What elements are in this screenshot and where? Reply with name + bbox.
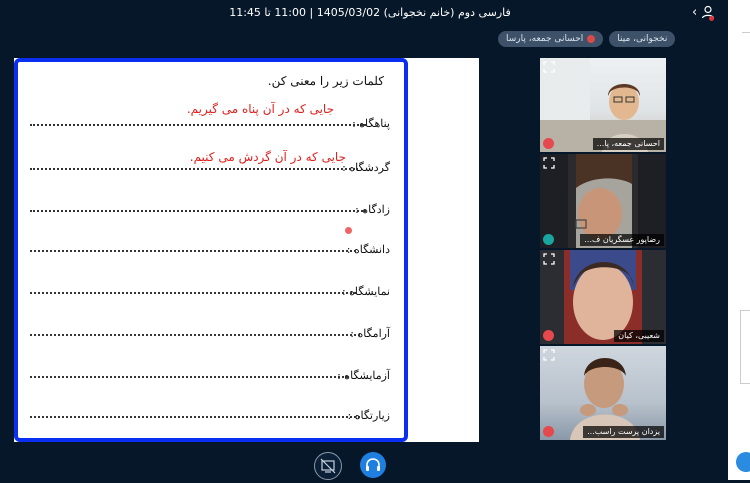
worksheet-row: گردشگاه : [26, 156, 390, 174]
share-screen-button[interactable] [314, 452, 342, 480]
headphones-icon [366, 458, 380, 471]
answer-line [30, 124, 366, 126]
participant-name: یزدان پرست راسب... [583, 426, 664, 438]
participant-tile[interactable]: شعیبی، کیان [540, 250, 666, 344]
chip-label: نخجوانی، مینا [617, 34, 668, 44]
screen-share-off-icon [320, 458, 336, 474]
worksheet-row: آرامگاه : [26, 322, 390, 340]
pointer-dot [345, 227, 352, 234]
session-title: فارسی دوم (خانم نخجوانی) 1405/03/02 | 11… [229, 6, 511, 19]
answer-line [30, 334, 360, 336]
mic-off-icon [587, 35, 596, 43]
answer-line [30, 292, 356, 294]
answer-line [30, 250, 356, 252]
chip-label: احسانی جمعه، پارسا [506, 34, 584, 44]
notification-dot [709, 16, 714, 21]
worksheet-row: دانشگاه : [26, 238, 390, 256]
divider [742, 32, 750, 33]
fullscreen-icon[interactable] [543, 157, 555, 169]
headphones-icon [543, 234, 554, 245]
worksheet-row: آزمایشگاه : [26, 364, 390, 382]
worksheet: کلمات زیر را معنی کن. جایی که در آن پناه… [14, 58, 408, 442]
answer-line [30, 376, 348, 378]
speaker-chip[interactable]: احسانی جمعه، پارسا [498, 31, 604, 47]
worksheet-row: نمایشگاه : [26, 280, 390, 298]
answer-line [30, 416, 360, 418]
audio-button[interactable] [360, 452, 386, 478]
mic-off-icon [543, 138, 554, 149]
answer-line [30, 210, 366, 212]
side-panel-edge [728, 0, 750, 480]
participant-tile[interactable]: احسانی جمعه، پا... [540, 58, 666, 152]
participant-name: احسانی جمعه، پا... [592, 138, 664, 150]
speaker-chip[interactable]: نخجوانی، مینا [609, 31, 676, 47]
answer-line [30, 168, 358, 170]
worksheet-row: پناهگاه : [26, 112, 390, 130]
fullscreen-icon[interactable] [543, 253, 555, 265]
chevron-left-icon[interactable]: ‹ [692, 5, 697, 20]
worksheet-title: کلمات زیر را معنی کن. [267, 74, 384, 88]
fullscreen-icon[interactable] [543, 61, 555, 73]
participant-tile[interactable]: رضاپور عسگریان ف... [540, 154, 666, 248]
worksheet-row: زادگاه : [26, 198, 390, 216]
fullscreen-icon[interactable] [543, 349, 555, 361]
panel-box [740, 310, 750, 384]
mic-off-icon [543, 426, 554, 437]
mic-off-icon [543, 330, 554, 341]
participant-name: شعیبی، کیان [614, 330, 664, 342]
participant-name: رضاپور عسگریان ف... [580, 234, 664, 246]
worksheet-row: زیارتگاه : [26, 404, 390, 422]
participant-tile[interactable]: یزدان پرست راسب... [540, 346, 666, 440]
speaker-chips: نخجوانی، مینا احسانی جمعه، پارسا [498, 31, 676, 47]
send-button[interactable] [736, 452, 750, 472]
top-bar: فارسی دوم (خانم نخجوانی) 1405/03/02 | 11… [0, 0, 728, 28]
shared-content-stage: کلمات زیر را معنی کن. جایی که در آن پناه… [14, 58, 479, 442]
